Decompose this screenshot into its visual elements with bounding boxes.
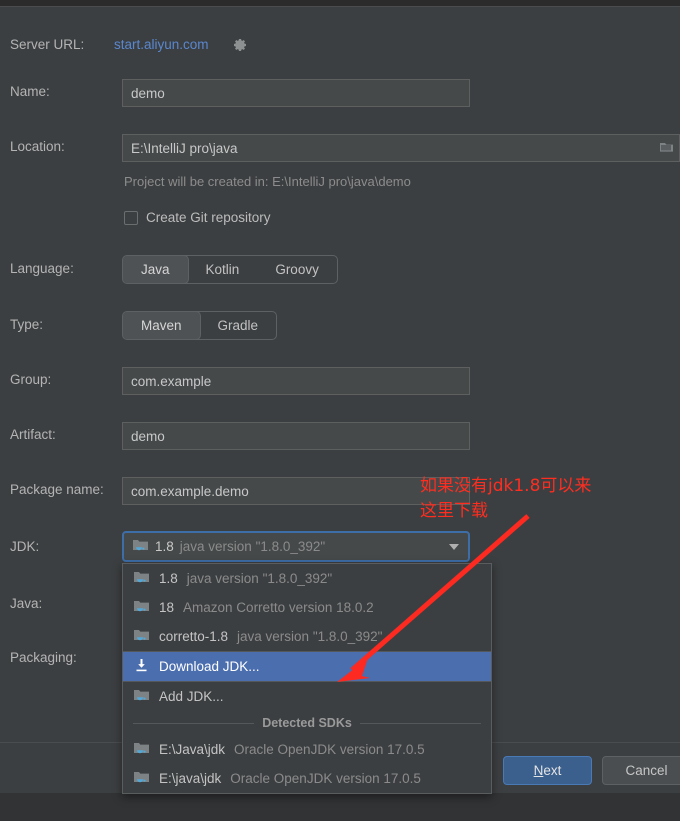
window-top-strip <box>0 0 680 7</box>
create-git-repository-label: Create Git repository <box>146 210 271 225</box>
divider-right <box>359 722 481 724</box>
jdk-folder-icon <box>133 688 150 706</box>
download-icon <box>133 658 150 676</box>
location-input[interactable] <box>122 134 680 162</box>
language-row: Language: Java Kotlin Groovy <box>0 253 680 285</box>
language-label: Language: <box>10 261 74 276</box>
folder-browse-icon[interactable] <box>656 134 678 162</box>
jdk-option-desc: java version "1.8.0_392" <box>186 571 333 586</box>
jdk-option-name: Download JDK... <box>159 659 260 674</box>
jdk-option-desc: Amazon Corretto version 18.0.2 <box>183 600 374 615</box>
type-option-gradle[interactable]: Gradle <box>200 312 277 339</box>
group-row: Group: <box>0 366 680 396</box>
artifact-row: Artifact: <box>0 421 680 451</box>
group-input[interactable] <box>122 367 470 395</box>
next-button[interactable]: Next <box>503 756 592 785</box>
next-button-mnemonic: N <box>533 763 544 778</box>
jdk-detected-option-0[interactable]: E:\Java\jdk Oracle OpenJDK version 17.0.… <box>123 735 491 764</box>
name-row: Name: <box>0 78 680 108</box>
jdk-combobox[interactable]: 1.8 java version "1.8.0_392" <box>122 531 470 562</box>
jdk-dropdown-popup[interactable]: 1.8 java version "1.8.0_392" 18 Amazon C… <box>122 563 492 794</box>
type-label: Type: <box>10 317 44 332</box>
jdk-option-0[interactable]: 1.8 java version "1.8.0_392" <box>123 564 491 593</box>
jdk-row: JDK: 1.8 java version "1.8.0_392" <box>0 531 680 565</box>
cancel-button[interactable]: Cancel <box>602 756 680 785</box>
server-url-link[interactable]: start.aliyun.com <box>114 37 209 52</box>
annotation-text: 如果没有jdk1.8可以来 这里下载 <box>420 474 591 524</box>
chevron-down-icon[interactable] <box>449 543 459 550</box>
type-row: Type: Maven Gradle <box>0 309 680 341</box>
jdk-option-desc: java version "1.8.0_392" <box>237 629 383 644</box>
artifact-input[interactable] <box>122 422 470 450</box>
jdk-option-add-jdk[interactable]: Add JDK... <box>123 682 491 711</box>
language-option-kotlin[interactable]: Kotlin <box>188 256 258 283</box>
divider-left <box>133 722 255 724</box>
jdk-folder-icon <box>133 570 150 588</box>
jdk-option-1[interactable]: 18 Amazon Corretto version 18.0.2 <box>123 593 491 622</box>
language-option-groovy[interactable]: Groovy <box>257 256 337 283</box>
java-label: Java: <box>10 596 43 611</box>
packaging-label: Packaging: <box>10 650 77 665</box>
annotation-line-2: 这里下载 <box>420 501 488 521</box>
create-git-repository-checkbox[interactable]: Create Git repository <box>124 210 271 225</box>
jdk-option-name: 18 <box>159 600 175 615</box>
location-label: Location: <box>10 139 65 154</box>
window-bottom-strip <box>0 793 680 821</box>
jdk-option-name: E:\java\jdk <box>159 771 222 786</box>
name-input[interactable] <box>122 79 470 107</box>
annotation-line-1: 如果没有jdk1.8可以来 <box>420 476 592 496</box>
jdk-folder-icon <box>133 628 150 646</box>
jdk-option-name: Add JDK... <box>159 689 224 704</box>
jdk-option-desc: Oracle OpenJDK version 17.0.5 <box>230 771 421 786</box>
artifact-label: Artifact: <box>10 427 56 442</box>
jdk-folder-icon <box>133 741 150 759</box>
checkbox-box[interactable] <box>124 210 138 225</box>
jdk-folder-icon <box>133 599 150 617</box>
detected-sdks-group-header: Detected SDKs <box>123 711 491 735</box>
package-name-label: Package name: <box>10 482 104 497</box>
gear-icon[interactable] <box>232 37 248 53</box>
package-name-input[interactable] <box>122 477 470 505</box>
detected-sdks-label: Detected SDKs <box>262 716 352 730</box>
server-url-row: Server URL: start.aliyun.com <box>0 34 680 58</box>
jdk-option-download-jdk[interactable]: Download JDK... <box>123 652 491 681</box>
jdk-detected-option-1[interactable]: E:\java\jdk Oracle OpenJDK version 17.0.… <box>123 764 491 793</box>
jdk-label: JDK: <box>10 539 40 554</box>
jdk-option-desc: Oracle OpenJDK version 17.0.5 <box>234 742 425 757</box>
type-option-maven[interactable]: Maven <box>123 312 200 339</box>
jdk-option-name: 1.8 <box>159 571 178 586</box>
type-segmented-control[interactable]: Maven Gradle <box>122 311 278 340</box>
jdk-option-2[interactable]: corretto-1.8 java version "1.8.0_392" <box>123 622 491 651</box>
jdk-selected-name: 1.8 <box>155 539 174 554</box>
jdk-selected-desc: java version "1.8.0_392" <box>179 539 326 554</box>
name-label: Name: <box>10 84 50 99</box>
server-url-label: Server URL: <box>10 37 85 52</box>
next-button-rest: ext <box>543 763 562 778</box>
location-row: Location: <box>0 133 680 163</box>
location-hint: Project will be created in: E:\IntelliJ … <box>124 174 411 189</box>
language-segmented-control[interactable]: Java Kotlin Groovy <box>122 255 338 284</box>
language-option-java[interactable]: Java <box>123 256 188 283</box>
jdk-folder-icon <box>132 538 149 556</box>
new-project-dialog: Server URL: start.aliyun.com Name: Locat… <box>0 0 680 821</box>
jdk-folder-icon <box>133 770 150 788</box>
jdk-option-name: E:\Java\jdk <box>159 742 226 757</box>
group-label: Group: <box>10 372 52 387</box>
jdk-option-name: corretto-1.8 <box>159 629 229 644</box>
